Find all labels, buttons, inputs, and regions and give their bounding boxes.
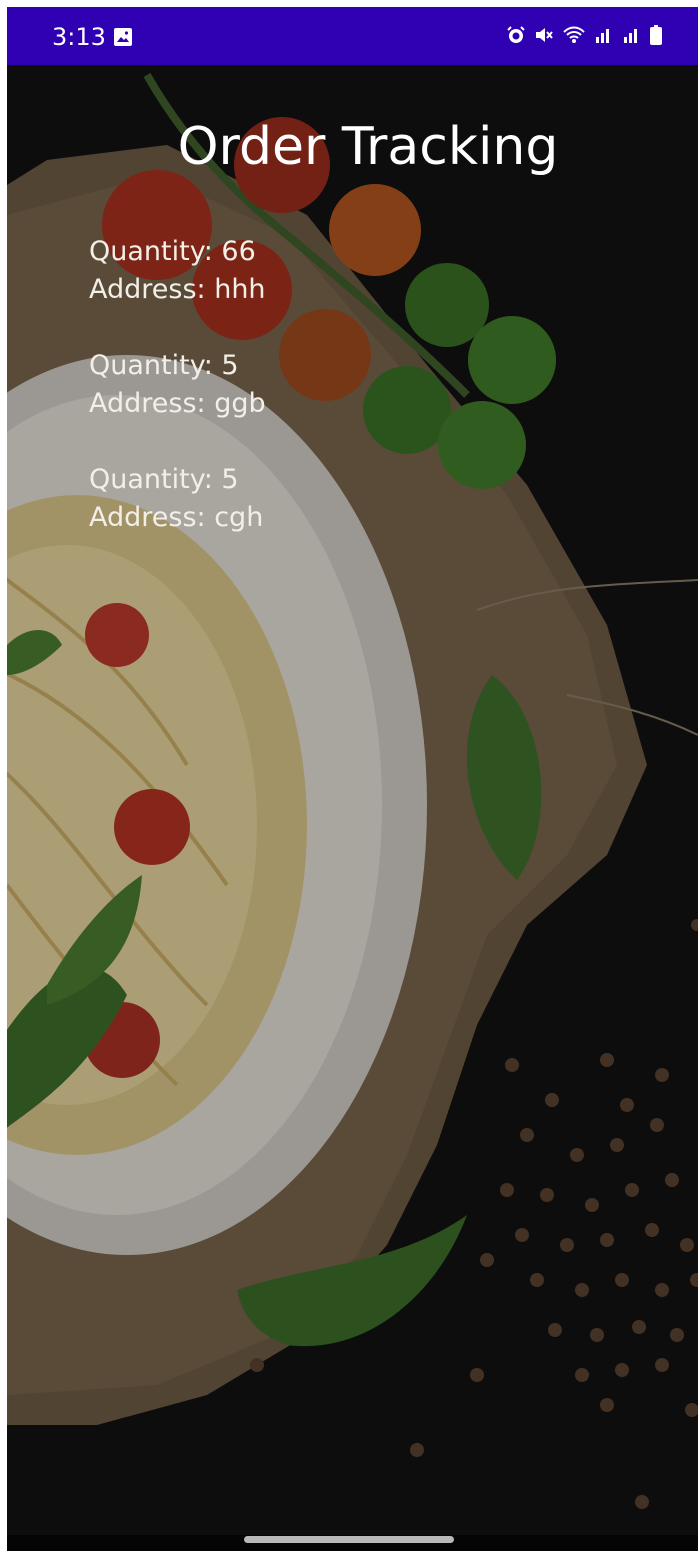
order-item[interactable]: Quantity: 5 Address: cgh [89,461,589,537]
order-list: Quantity: 66 Address: hhh Quantity: 5 Ad… [89,233,589,575]
order-item[interactable]: Quantity: 66 Address: hhh [89,233,589,309]
app-screen: 3:13 Order Tracking Quantity: 66 Address… [7,7,698,1551]
mute-icon [534,25,554,50]
battery-icon [650,25,662,50]
wifi-icon [562,25,586,50]
order-address: Address: hhh [89,274,266,305]
order-address: Address: cgh [89,502,264,533]
page-title: Order Tracking [177,117,559,177]
order-address: Address: ggb [89,388,266,419]
order-quantity: Quantity: 5 [89,464,239,495]
image-icon [113,27,133,52]
status-bar: 3:13 [7,7,698,65]
order-quantity: Quantity: 66 [89,236,256,267]
signal-icon [622,25,642,50]
alarm-icon [506,25,526,50]
signal-icon [594,25,614,50]
status-icons [506,25,662,50]
order-quantity: Quantity: 5 [89,350,239,381]
home-gesture-handle[interactable] [244,1536,454,1543]
status-time: 3:13 [52,23,106,51]
order-item[interactable]: Quantity: 5 Address: ggb [89,347,589,423]
